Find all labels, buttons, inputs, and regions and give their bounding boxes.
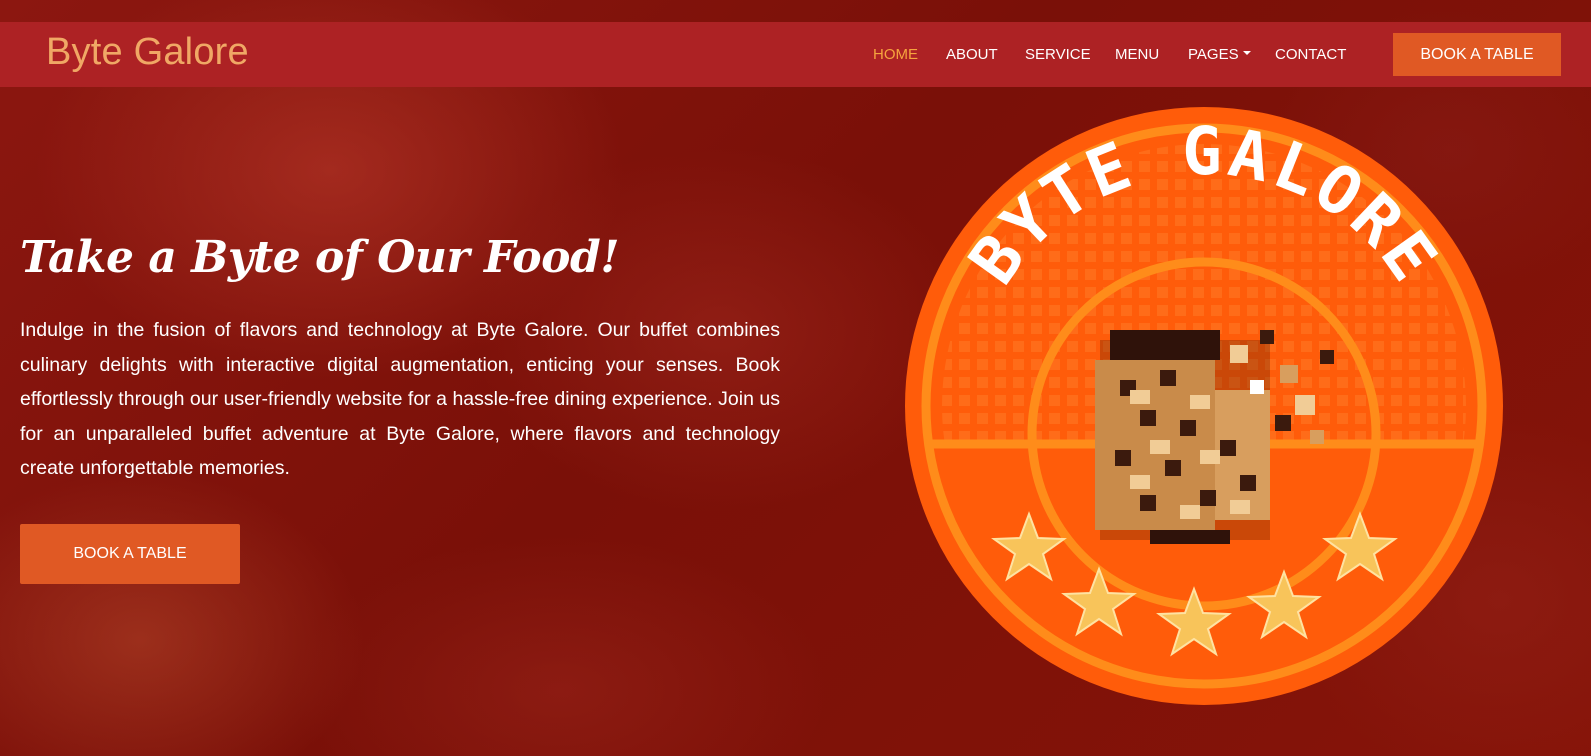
nav-contact[interactable]: CONTACT	[1275, 46, 1346, 63]
nav-home[interactable]: HOME	[873, 46, 918, 63]
nav-service[interactable]: SERVICE	[1025, 46, 1091, 63]
nav-about[interactable]: ABOUT	[946, 46, 998, 63]
hero-book-table-button[interactable]: BOOK A TABLE	[20, 524, 240, 584]
hero-title: Take a Byte of Our Food!	[20, 232, 620, 283]
nav-links: HOME ABOUT SERVICE MENU PAGES CONTACT	[0, 46, 1591, 66]
nav-pages-label: PAGES	[1188, 46, 1239, 63]
hero-description: Indulge in the fusion of flavors and tec…	[20, 319, 780, 479]
caret-down-icon	[1242, 51, 1251, 56]
navbar: Byte Galore HOME ABOUT SERVICE MENU PAGE…	[0, 22, 1591, 87]
byte-galore-logo: BYTE GALORE	[905, 107, 1503, 705]
nav-menu[interactable]: MENU	[1115, 46, 1159, 63]
nav-pages-dropdown[interactable]: PAGES	[1188, 46, 1251, 63]
nav-book-table-button[interactable]: BOOK A TABLE	[1393, 33, 1561, 76]
